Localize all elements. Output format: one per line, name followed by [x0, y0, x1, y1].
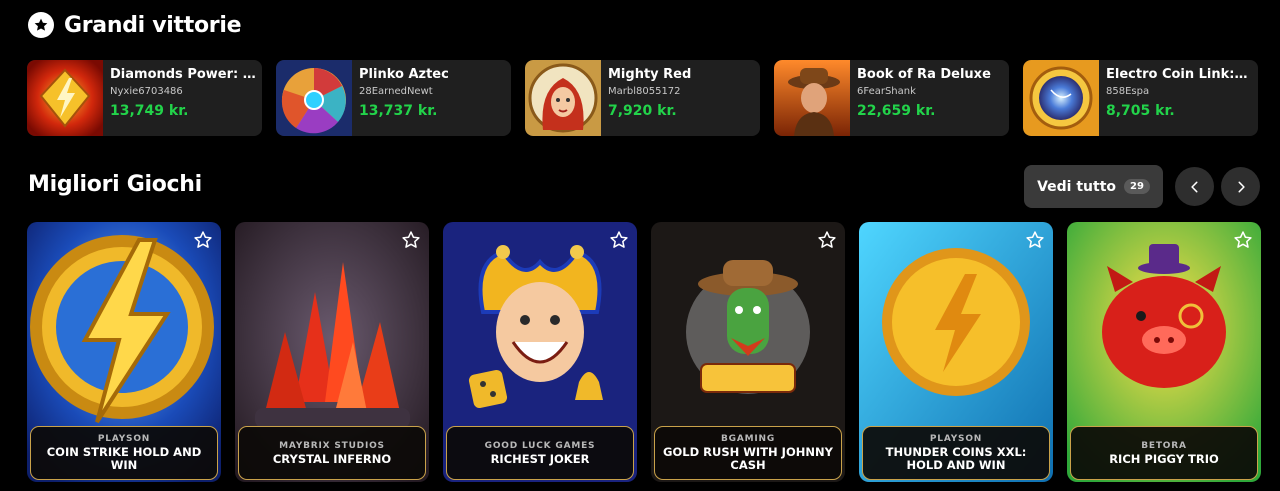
top-games-header: Migliori Giochi [28, 172, 202, 197]
win-game-name: Diamonds Power: H... [110, 67, 256, 82]
game-title: CRYSTAL INFERNO [272, 451, 392, 466]
win-amount: 13,749 kr. [110, 103, 189, 119]
game-card[interactable]: BGAMING GOLD RUSH WITH JOHNNY CASH [651, 222, 845, 482]
game-label: GOOD LUCK GAMES RICHEST JOKER [446, 426, 634, 480]
favorite-star-icon[interactable] [1233, 230, 1253, 250]
game-title: GOLD RUSH WITH JOHNNY CASH [663, 445, 833, 472]
win-username: Nyxie6703486 [110, 86, 183, 97]
game-card[interactable]: BETORA RICH PIGGY TRIO [1067, 222, 1261, 482]
top-games-list: PLAYSON COIN STRIKE HOLD AND WIN MAYBRIX… [27, 222, 1261, 482]
game-thumbnail [27, 60, 103, 136]
game-label: PLAYSON COIN STRIKE HOLD AND WIN [30, 426, 218, 480]
big-wins-list: Diamonds Power: H... Nyxie6703486 13,749… [27, 60, 1258, 136]
big-wins-header: Grandi vittorie [28, 12, 242, 38]
view-all-button[interactable]: Vedi tutto 29 [1024, 165, 1163, 208]
star-icon [28, 12, 54, 38]
win-game-name: Plinko Aztec [359, 67, 449, 82]
view-all-count-badge: 29 [1124, 179, 1150, 194]
game-label: BETORA RICH PIGGY TRIO [1070, 426, 1258, 480]
view-all-label: Vedi tutto [1037, 178, 1116, 195]
win-username: Marbl8055172 [608, 86, 681, 97]
win-game-name: Mighty Red [608, 67, 692, 82]
big-wins-title: Grandi vittorie [64, 12, 242, 38]
game-title: RICH PIGGY TRIO [1109, 451, 1219, 466]
game-card[interactable]: PLAYSON COIN STRIKE HOLD AND WIN [27, 222, 221, 482]
game-label: PLAYSON THUNDER COINS XXL: HOLD AND WIN [862, 426, 1050, 480]
win-game-name: Electro Coin Link: R... [1106, 67, 1252, 82]
win-amount: 8,705 kr. [1106, 103, 1175, 119]
win-amount: 13,737 kr. [359, 103, 438, 119]
game-label: BGAMING GOLD RUSH WITH JOHNNY CASH [654, 426, 842, 480]
favorite-star-icon[interactable] [1025, 230, 1045, 250]
game-provider: MAYBRIX STUDIOS [279, 440, 385, 451]
carousel-prev-button[interactable] [1175, 167, 1214, 206]
game-thumbnail [276, 60, 352, 136]
carousel-next-button[interactable] [1221, 167, 1260, 206]
win-amount: 22,659 kr. [857, 103, 936, 119]
win-amount: 7,920 kr. [608, 103, 677, 119]
win-card[interactable]: Diamonds Power: H... Nyxie6703486 13,749… [27, 60, 262, 136]
win-card[interactable]: Mighty Red Marbl8055172 7,920 kr. [525, 60, 760, 136]
game-provider: PLAYSON [97, 434, 151, 444]
game-title: COIN STRIKE HOLD AND WIN [46, 445, 202, 472]
game-provider: BETORA [1141, 440, 1187, 451]
win-card[interactable]: Electro Coin Link: R... 858Espa 8,705 kr… [1023, 60, 1258, 136]
chevron-left-icon [1190, 181, 1198, 192]
win-card[interactable]: Book of Ra Deluxe 6FearShank 22,659 kr. [774, 60, 1009, 136]
game-card[interactable]: MAYBRIX STUDIOS CRYSTAL INFERNO [235, 222, 429, 482]
top-games-title: Migliori Giochi [28, 172, 202, 197]
win-username: 6FearShank [857, 86, 916, 97]
game-card[interactable]: PLAYSON THUNDER COINS XXL: HOLD AND WIN [859, 222, 1053, 482]
game-title: RICHEST JOKER [490, 451, 590, 466]
game-thumbnail [774, 60, 850, 136]
game-thumbnail [1023, 60, 1099, 136]
game-label: MAYBRIX STUDIOS CRYSTAL INFERNO [238, 426, 426, 480]
game-provider: BGAMING [720, 434, 776, 444]
game-provider: PLAYSON [929, 434, 983, 444]
favorite-star-icon[interactable] [817, 230, 837, 250]
chevron-right-icon [1237, 181, 1245, 192]
game-card[interactable]: GOOD LUCK GAMES RICHEST JOKER [443, 222, 637, 482]
favorite-star-icon[interactable] [401, 230, 421, 250]
game-provider: GOOD LUCK GAMES [484, 440, 596, 451]
win-username: 28EarnedNewt [359, 86, 433, 97]
game-thumbnail [525, 60, 601, 136]
favorite-star-icon[interactable] [609, 230, 629, 250]
win-game-name: Book of Ra Deluxe [857, 67, 991, 82]
win-card[interactable]: Plinko Aztec 28EarnedNewt 13,737 kr. [276, 60, 511, 136]
favorite-star-icon[interactable] [193, 230, 213, 250]
win-username: 858Espa [1106, 86, 1150, 97]
game-title: THUNDER COINS XXL: HOLD AND WIN [885, 445, 1027, 472]
